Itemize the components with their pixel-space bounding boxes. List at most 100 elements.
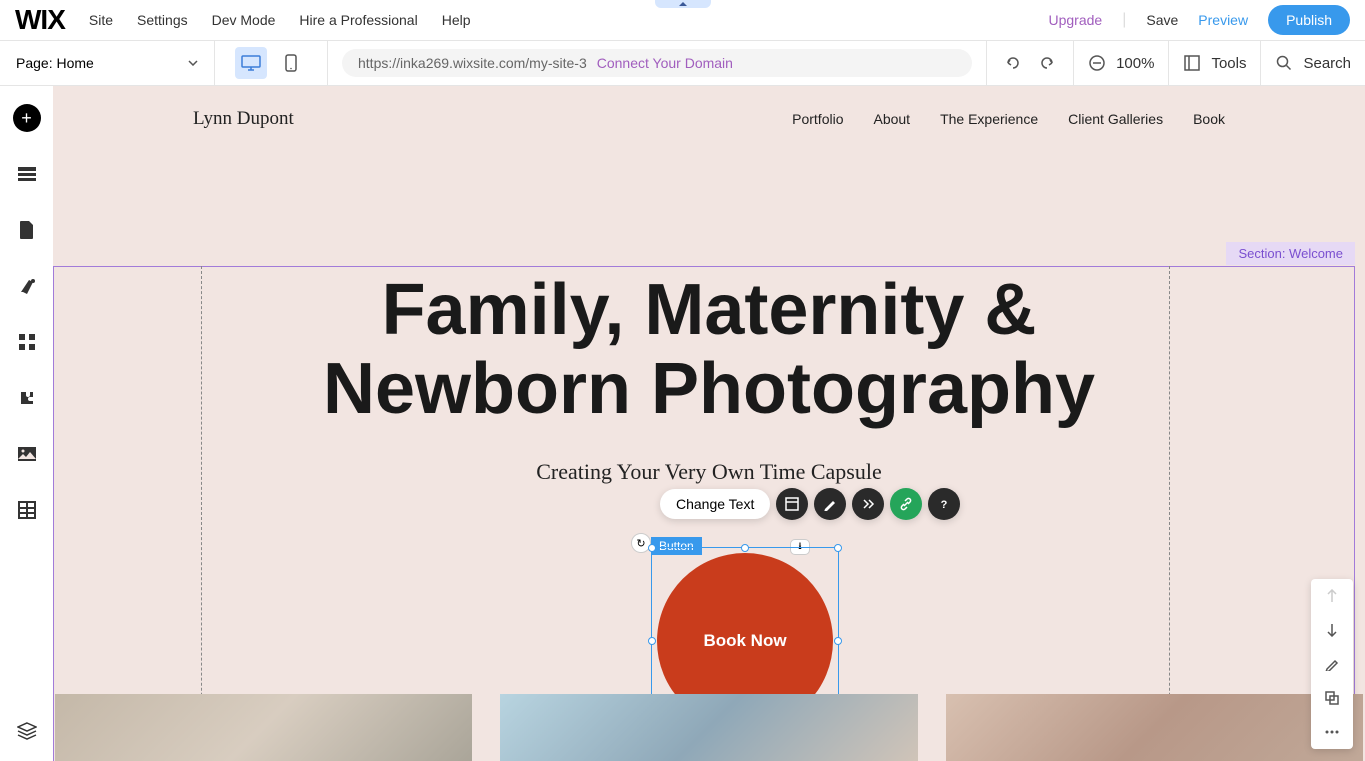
menu-settings[interactable]: Settings [137, 12, 188, 28]
move-down-button[interactable] [1311, 613, 1353, 647]
guide-left [201, 266, 202, 761]
link-icon [899, 497, 913, 511]
url-pill[interactable]: https://inka269.wixsite.com/my-site-3 Co… [342, 49, 972, 77]
resize-handle-mr[interactable] [834, 637, 842, 645]
editor-canvas[interactable]: Lynn Dupont Portfolio About The Experien… [53, 86, 1365, 761]
add-element-button[interactable]: + [13, 104, 41, 132]
device-toggle [215, 41, 328, 85]
layers-icon [17, 722, 37, 740]
save-button[interactable]: Save [1146, 12, 1178, 28]
link-button[interactable] [890, 488, 922, 520]
svg-text:?: ? [941, 499, 948, 511]
pages-button[interactable] [13, 216, 41, 244]
media-button[interactable] [13, 440, 41, 468]
resize-handle-tl[interactable] [648, 544, 656, 552]
nav-client-galleries[interactable]: Client Galleries [1068, 111, 1163, 127]
table-icon [18, 501, 36, 519]
resize-handle-ml[interactable] [648, 637, 656, 645]
animation-icon [861, 497, 875, 511]
tools-button[interactable]: Tools [1168, 41, 1260, 85]
site-title[interactable]: Lynn Dupont [193, 108, 294, 130]
menu-help[interactable]: Help [442, 12, 471, 28]
page-selector-label: Page: Home [16, 55, 94, 71]
add-apps-button[interactable] [13, 384, 41, 412]
search-label: Search [1303, 55, 1351, 72]
element-floating-toolbar: Change Text ? [660, 488, 960, 520]
desktop-view-button[interactable] [235, 47, 267, 79]
move-up-button[interactable] [1311, 579, 1353, 613]
page-selector[interactable]: Page: Home [0, 41, 215, 85]
gallery-image-2[interactable] [500, 694, 917, 761]
nav-book[interactable]: Book [1193, 111, 1225, 127]
redo-button[interactable] [1035, 51, 1059, 75]
top-bar-right: Upgrade | Save Preview Publish [1049, 5, 1351, 35]
layers-button[interactable] [13, 717, 41, 745]
question-icon: ? [937, 497, 951, 511]
mobile-icon [285, 54, 297, 72]
edit-button[interactable] [1311, 647, 1353, 681]
preview-button[interactable]: Preview [1198, 12, 1248, 28]
editor-toolbar: Page: Home https://inka269.wixsite.com/m… [0, 41, 1365, 86]
mobile-view-button[interactable] [275, 47, 307, 79]
arrow-up-icon [1326, 589, 1338, 603]
undo-button[interactable] [1001, 51, 1025, 75]
change-text-button[interactable]: Change Text [660, 489, 770, 519]
pages-icon [19, 220, 35, 240]
animation-button[interactable] [852, 488, 884, 520]
connect-domain-link[interactable]: Connect Your Domain [597, 55, 733, 71]
resize-handle-tm[interactable] [741, 544, 749, 552]
left-sidebar: + [0, 86, 53, 761]
theme-button[interactable] [13, 272, 41, 300]
chevron-down-icon [188, 60, 198, 66]
site-url: https://inka269.wixsite.com/my-site-3 [358, 55, 587, 71]
wix-logo: WIX [15, 4, 65, 36]
section-label[interactable]: Section: Welcome [1226, 242, 1355, 265]
search-icon [1275, 54, 1293, 72]
pencil-icon [1325, 657, 1339, 671]
zoom-level: 100% [1116, 55, 1154, 72]
design-button[interactable] [814, 488, 846, 520]
image-gallery-strip [53, 694, 1365, 761]
help-button[interactable]: ? [928, 488, 960, 520]
more-button[interactable] [1311, 715, 1353, 749]
redo-icon [1038, 54, 1056, 72]
zoom-group[interactable]: 100% [1073, 41, 1168, 85]
guide-right [1169, 266, 1170, 761]
nav-portfolio[interactable]: Portfolio [792, 111, 843, 127]
site-nav: Portfolio About The Experience Client Ga… [792, 111, 1225, 127]
copy-button[interactable] [1311, 681, 1353, 715]
layout-icon [785, 497, 799, 511]
menu-hire-professional[interactable]: Hire a Professional [299, 12, 417, 28]
undo-redo-group [986, 41, 1073, 85]
nav-experience[interactable]: The Experience [940, 111, 1038, 127]
brush-icon [823, 497, 837, 511]
search-button[interactable]: Search [1260, 41, 1365, 85]
menu-dev-mode[interactable]: Dev Mode [212, 12, 276, 28]
publish-button[interactable]: Publish [1268, 5, 1350, 35]
apps-button[interactable] [13, 328, 41, 356]
right-floating-panel [1311, 579, 1353, 749]
copy-icon [1325, 691, 1339, 705]
desktop-icon [241, 55, 261, 71]
url-bar: https://inka269.wixsite.com/my-site-3 Co… [328, 49, 986, 77]
layout-button[interactable] [776, 488, 808, 520]
upgrade-link[interactable]: Upgrade [1049, 12, 1103, 28]
theme-icon [17, 276, 37, 296]
hero-title-line1: Family, Maternity & [382, 270, 1037, 350]
zoom-icon [1088, 54, 1106, 72]
tools-icon [1183, 54, 1201, 72]
menu-site[interactable]: Site [89, 12, 113, 28]
site-header[interactable]: Lynn Dupont Portfolio About The Experien… [53, 86, 1365, 151]
arrow-down-icon [1326, 623, 1338, 637]
gallery-image-3[interactable] [946, 694, 1363, 761]
nav-about[interactable]: About [873, 111, 910, 127]
sections-button[interactable] [13, 160, 41, 188]
image-icon [17, 446, 37, 462]
apps-icon [18, 333, 36, 351]
gallery-image-1[interactable] [55, 694, 472, 761]
page-content: Lynn Dupont Portfolio About The Experien… [53, 86, 1365, 761]
top-drawer-handle[interactable] [655, 0, 711, 8]
resize-handle-tr[interactable] [834, 544, 842, 552]
puzzle-icon [18, 389, 36, 407]
content-manager-button[interactable] [13, 496, 41, 524]
